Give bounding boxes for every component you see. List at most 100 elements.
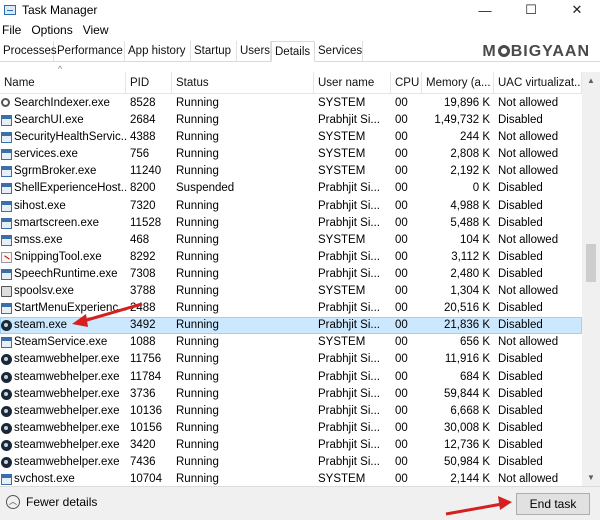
scrollbar-thumb[interactable] [586,244,596,282]
table-row[interactable]: SecurityHealthServic... 4388 Running SYSTEM… [0,129,582,146]
table-row[interactable]: sihost.exe 7320 Running Prabhjit Si... 00 4,9… [0,198,582,215]
table-row[interactable]: spoolsv.exe 3788 Running SYSTEM 00 1,304 K Not… [0,283,582,300]
cell-status: Running [176,387,219,400]
process-name: smss.exe [14,233,63,246]
scroll-down-icon[interactable]: ▼ [582,469,600,486]
cell-name: services.exe [0,146,126,163]
cell-user: Prabhjit Si... [318,421,380,434]
menu-file[interactable]: File [2,23,21,37]
column-header-uac[interactable]: UAC virtualizat... [494,72,582,94]
cell-pid: 8200 [130,182,156,195]
column-header-cpu[interactable]: CPU [391,72,422,94]
table-row[interactable]: SnippingTool.exe 8292 Running Prabhjit Si..… [0,249,582,266]
cell-name: StartMenuExperienc... [0,300,126,317]
tab-app-history[interactable]: App history [125,41,191,61]
tab-performance[interactable]: Performance [54,41,125,61]
tab-details[interactable]: Details [271,41,315,62]
table-row[interactable]: SearchIndexer.exe 8528 Running SYSTEM 00 19,8… [0,95,582,112]
tab-startup[interactable]: Startup [191,41,237,61]
cell-name: SteamService.exe [0,334,126,351]
column-header-memory[interactable]: Memory (a... [422,72,494,94]
brand-pre: M [482,43,497,60]
maximize-button[interactable]: ☐ [508,0,554,20]
close-button[interactable]: ✕ [554,0,600,20]
end-task-button[interactable]: End task [516,493,590,515]
window-icon [1,303,12,315]
cell-pid: 11240 [130,165,162,178]
cell-uac: Disabled [498,421,543,434]
cell-name: SgrmBroker.exe [0,163,126,180]
footer-bar: ︿ Fewer details End task [0,486,600,520]
window-icon [1,115,12,127]
cell-user: SYSTEM [318,131,366,144]
cell-status: Running [176,370,219,383]
table-row[interactable]: SpeechRuntime.exe 7308 Running Prabhjit Si.… [0,266,582,283]
cell-cpu: 00 [395,336,408,349]
cell-pid: 2488 [130,302,156,315]
cell-uac: Disabled [498,404,543,417]
cell-user: SYSTEM [318,165,366,178]
process-name: SearchIndexer.exe [14,97,110,109]
process-name: smartscreen.exe [14,216,100,229]
column-header-pid[interactable]: PID [126,72,172,94]
minimize-button[interactable]: — [462,0,508,20]
cell-user: Prabhjit Si... [318,353,380,366]
table-row[interactable]: smartscreen.exe 11528 Running Prabhjit Si..… [0,215,582,232]
column-header-name[interactable]: Name [0,72,126,94]
table-row[interactable]: svchost.exe 10704 Running SYSTEM 00 2,144 K No… [0,471,582,486]
brand-circle-icon [497,45,510,57]
menu-view[interactable]: View [83,23,109,37]
table-row[interactable]: steam.exe 3492 Running Prabhjit Si... 00 21,8… [0,317,582,335]
cell-status: Running [176,319,219,332]
cell-uac: Not allowed [498,233,559,246]
cell-pid: 10156 [130,421,162,434]
cell-memory: 50,984 K [443,455,490,468]
cell-memory: 5,488 K [450,216,490,229]
table-row[interactable]: steamwebhelper.exe 7436 Running Prabhjit Si… [0,454,582,471]
cell-user: Prabhjit Si... [318,302,380,315]
cell-cpu: 00 [395,421,408,434]
cell-pid: 3420 [130,438,156,451]
scroll-up-icon[interactable]: ▲ [582,72,600,89]
fewer-details-link[interactable]: ︿ Fewer details [6,495,97,509]
cell-name: SearchIndexer.exe [0,95,126,112]
cell-name: svchost.exe [0,471,126,486]
table-row[interactable]: SearchUI.exe 2684 Running Prabhjit Si... 00 1… [0,112,582,129]
table-row[interactable]: steamwebhelper.exe 10136 Running Prabhjit S… [0,403,582,420]
table-row[interactable]: steamwebhelper.exe 3420 Running Prabhjit Si… [0,437,582,454]
cell-pid: 10136 [130,404,162,417]
cell-uac: Disabled [498,199,543,212]
cell-cpu: 00 [395,148,408,161]
tab-processes[interactable]: Processes [0,41,57,61]
table-row[interactable]: SgrmBroker.exe 11240 Running SYSTEM 00 2,192 … [0,163,582,180]
menu-options[interactable]: Options [31,23,72,37]
cell-cpu: 00 [395,165,408,178]
window-icon [1,217,12,229]
tab-services[interactable]: Services [315,41,363,61]
table-row[interactable]: smss.exe 468 Running SYSTEM 00 104 K Not allow… [0,232,582,249]
table-row[interactable]: StartMenuExperienc... 2488 Running Prabhjit… [0,300,582,317]
cell-uac: Disabled [498,302,543,315]
tab-users[interactable]: Users [237,41,271,61]
table-row[interactable]: services.exe 756 Running SYSTEM 00 2,808 K Not… [0,146,582,163]
cell-name: SnippingTool.exe [0,249,126,266]
cell-status: Running [176,97,219,109]
table-row[interactable]: SteamService.exe 1088 Running SYSTEM 00 656 K… [0,334,582,351]
process-name: SgrmBroker.exe [14,165,97,178]
vertical-scrollbar[interactable]: ▲ ▼ [582,72,600,486]
table-row[interactable]: steamwebhelper.exe 10156 Running Prabhjit S… [0,420,582,437]
cell-status: Running [176,438,219,451]
table-row[interactable]: ShellExperienceHost... 8200 Suspended Prabh… [0,180,582,197]
table-row[interactable]: steamwebhelper.exe 11784 Running Prabhjit S… [0,369,582,386]
cell-user: Prabhjit Si... [318,267,380,280]
table-row[interactable]: steamwebhelper.exe 11756 Running Prabhjit S… [0,351,582,368]
details-table: Name PID Status User name CPU Memory (a.… [0,72,582,486]
column-header-status[interactable]: Status [172,72,314,94]
table-row[interactable]: steamwebhelper.exe 3736 Running Prabhjit Si… [0,386,582,403]
process-name: ShellExperienceHost... [14,182,126,195]
steam-icon [1,354,12,366]
column-header-user[interactable]: User name [314,72,391,94]
cell-user: Prabhjit Si... [318,455,380,468]
cell-pid: 468 [130,233,150,246]
cell-memory: 19,896 K [443,97,490,109]
